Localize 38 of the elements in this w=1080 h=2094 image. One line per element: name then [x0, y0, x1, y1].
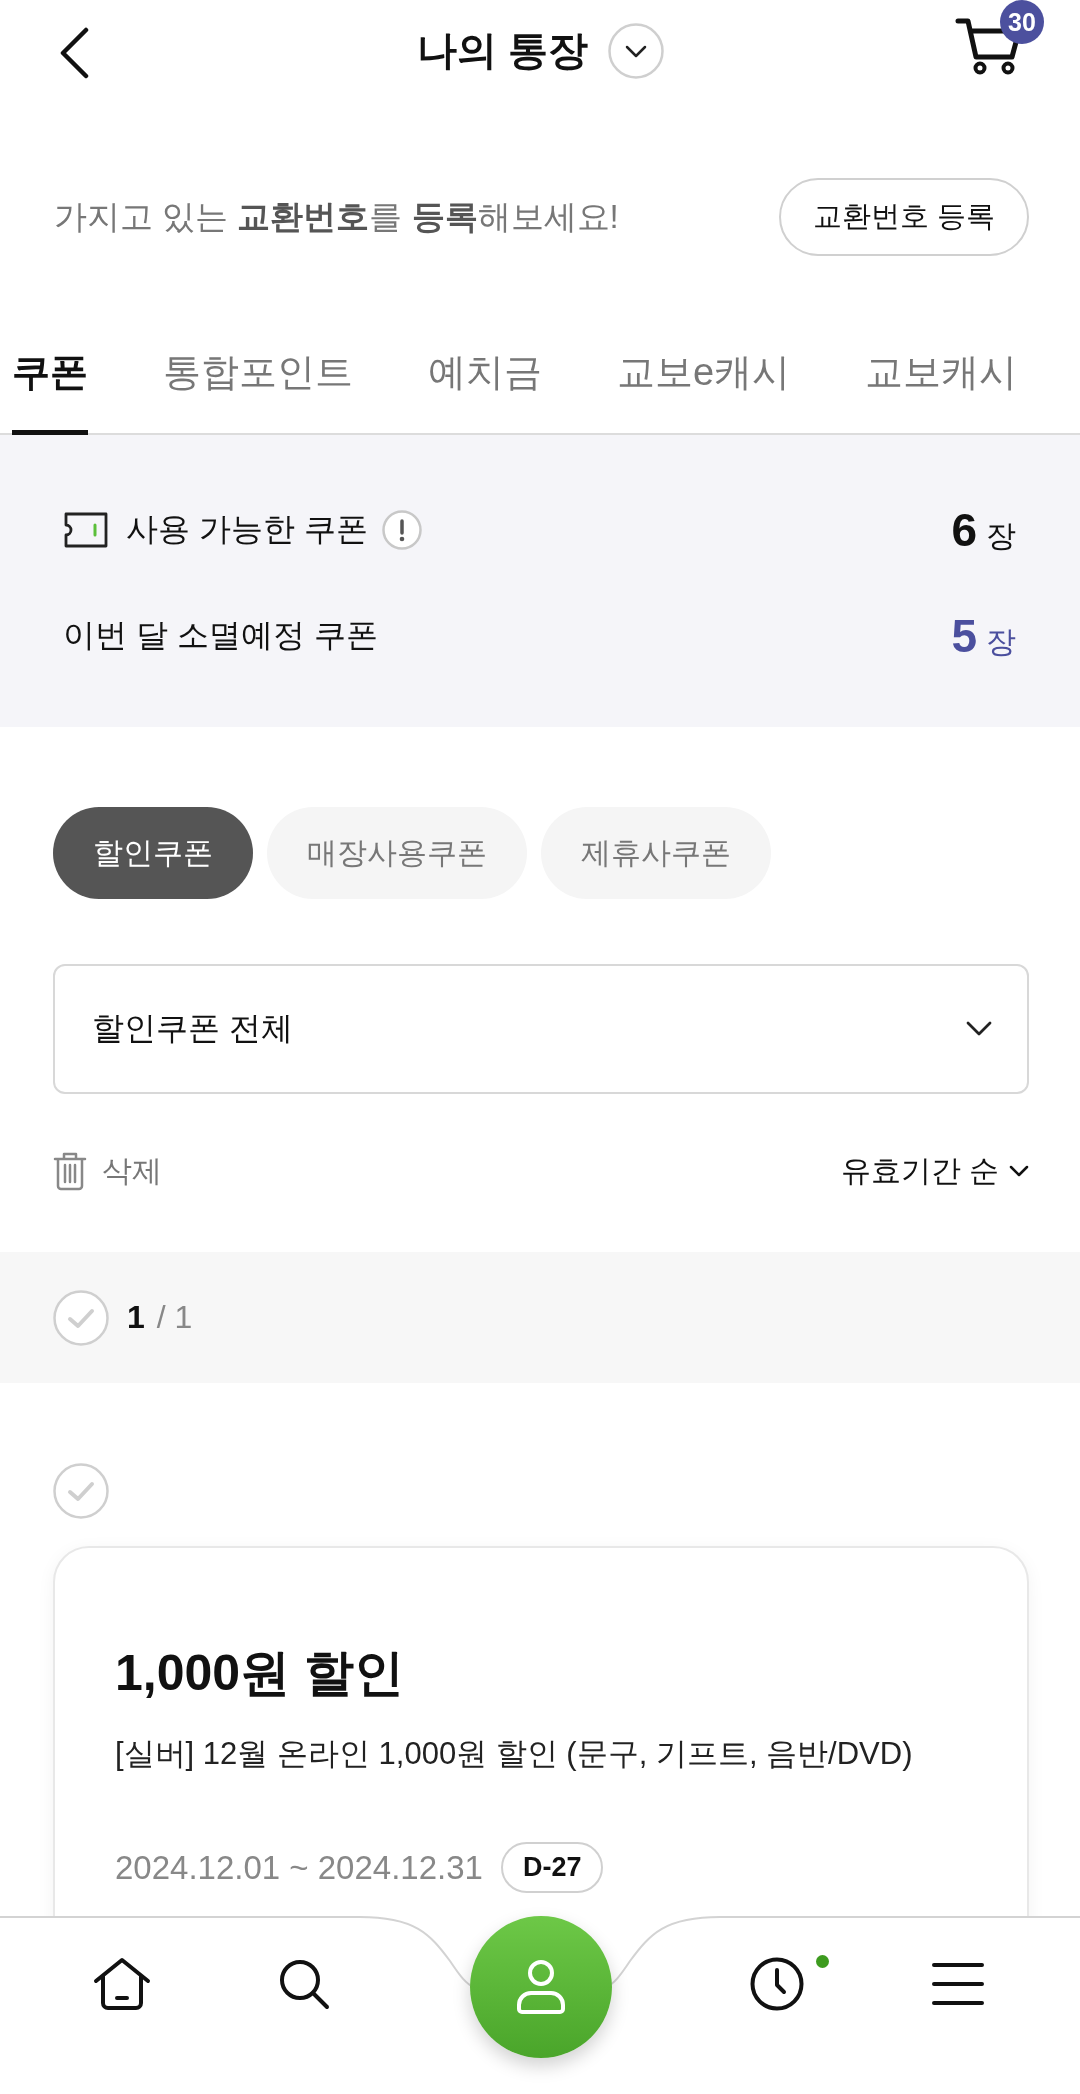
tab[interactable]: 예치금 [428, 310, 542, 435]
coupon-type-chip[interactable]: 제휴사쿠폰 [541, 807, 771, 899]
delete-button[interactable]: 삭제 [53, 1150, 162, 1192]
tab[interactable]: 교보e캐시 [617, 310, 791, 435]
home-icon[interactable] [93, 1957, 151, 2011]
back-icon[interactable] [58, 26, 90, 79]
clock-icon[interactable] [750, 1957, 804, 2011]
summary-label: 이번 달 소멸예정 쿠폰 [63, 616, 378, 655]
coupon-filter-dropdown[interactable]: 할인쿠폰 전체 [53, 964, 1029, 1094]
page-title: 나의 통장 [416, 27, 589, 74]
info-icon[interactable] [381, 510, 422, 550]
search-icon[interactable] [278, 1958, 330, 2010]
selected-count: 1 [127, 1299, 145, 1336]
ticket-icon [63, 512, 109, 548]
summary-label: 사용 가능한 쿠폰 [126, 510, 368, 549]
menu-icon[interactable] [932, 1961, 984, 2007]
tab[interactable]: 교보캐시 [865, 310, 1018, 435]
coupon-title: 1,000원 할인 [115, 1644, 405, 1703]
select-all-checkbox[interactable] [53, 1289, 109, 1346]
coupon-description: [실버] 12월 온라인 1,000원 할인 (문구, 기프트, 음반/DVD) [115, 1735, 914, 1773]
d-day-badge: D-27 [500, 1842, 604, 1893]
coupon-checkbox[interactable] [53, 1463, 109, 1519]
sort-button[interactable]: 유효기간 순 [840, 1150, 1029, 1192]
trash-icon [53, 1151, 87, 1191]
register-code-button[interactable]: 교환번호 등록 [778, 178, 1029, 256]
summary-count: 6 [951, 503, 977, 557]
register-prompt-text: 가지고 있는 교환번호를 등록해보세요! [54, 196, 619, 237]
total-count: / 1 [156, 1299, 193, 1336]
tab[interactable]: 통합포인트 [163, 310, 353, 435]
summary-unit: 장 [986, 518, 1016, 554]
chevron-down-icon [1009, 1165, 1029, 1177]
cart-count-badge: 30 [1000, 0, 1044, 44]
coupon-type-chip[interactable]: 할인쿠폰 [53, 807, 253, 899]
coupon-period: 2024.12.01 ~ 2024.12.31 [115, 1848, 483, 1887]
coupon-type-chip[interactable]: 매장사용쿠폰 [267, 807, 527, 899]
summary-count: 5 [951, 609, 977, 663]
summary-unit: 장 [986, 624, 1016, 660]
chevron-down-icon [966, 1021, 992, 1037]
